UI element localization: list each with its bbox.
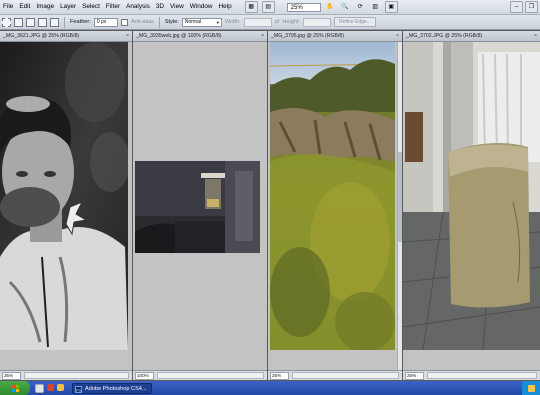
start-button[interactable] xyxy=(0,381,30,395)
hand-icon[interactable]: ✋ xyxy=(325,2,336,12)
marquee-tool-icon[interactable] xyxy=(2,17,11,27)
intersect-selection-icon[interactable] xyxy=(50,17,59,27)
height-label: Height: xyxy=(282,19,301,25)
document-title: _MG_3795.jpg @ 25% (RGB/8) xyxy=(271,33,345,39)
photoshop-task-label: Adobe Photoshop CS4... xyxy=(85,385,147,392)
menu-help[interactable]: Help xyxy=(216,0,235,14)
feather-input[interactable]: 0 px xyxy=(93,17,118,27)
close-icon[interactable]: × xyxy=(396,31,399,41)
close-icon[interactable]: × xyxy=(534,31,537,41)
width-label: Width: xyxy=(224,19,241,25)
portrait-photo xyxy=(0,42,128,350)
subtract-selection-icon[interactable] xyxy=(38,17,47,27)
menu-3d[interactable]: 3D xyxy=(153,0,167,14)
zoom-select[interactable]: 25% xyxy=(286,2,321,12)
interior-photo xyxy=(403,42,540,350)
document-canvas[interactable] xyxy=(268,42,402,370)
menu-image[interactable]: Image xyxy=(33,0,57,14)
antialias-label: Anti-alias xyxy=(130,19,154,25)
menu-file[interactable]: File xyxy=(0,0,16,14)
new-selection-icon[interactable] xyxy=(14,17,23,27)
style-value: Normal xyxy=(184,18,201,25)
cliff-photo xyxy=(270,42,395,350)
status-bar: 25% xyxy=(268,370,402,380)
photoshop-icon: Ps xyxy=(75,385,82,393)
horizontal-scrollbar[interactable] xyxy=(24,372,129,379)
document-window-2: _MG_3935web.jpg @ 100% (RGB/8) × 100% xyxy=(133,31,267,380)
menu-filter[interactable]: Filter xyxy=(103,0,123,14)
menu-select[interactable]: Select xyxy=(79,0,103,14)
close-icon[interactable]: × xyxy=(261,31,264,41)
status-bar: 25% xyxy=(0,370,132,380)
menu-bar: File Edit Image Layer Select Filter Anal… xyxy=(0,0,540,15)
zoom-field[interactable]: 25% xyxy=(270,371,289,380)
add-selection-icon[interactable] xyxy=(26,17,35,27)
document-tab[interactable]: _MG_3935web.jpg @ 100% (RGB/8) × xyxy=(133,31,267,42)
minimize-icon[interactable]: – xyxy=(510,1,523,13)
restore-icon[interactable]: ❐ xyxy=(525,1,538,13)
bridge-icon[interactable]: ▦ xyxy=(244,1,258,13)
horizontal-scrollbar[interactable] xyxy=(427,372,537,379)
windows-logo-icon xyxy=(11,384,19,392)
arrange-icon[interactable]: ▥ xyxy=(370,2,381,12)
status-bar: 100% xyxy=(133,370,267,380)
scroll-thumb[interactable] xyxy=(398,152,402,242)
status-bar: 25% xyxy=(403,370,540,380)
document-canvas[interactable] xyxy=(133,42,267,370)
vertical-scrollbar[interactable] xyxy=(397,42,402,370)
chevron-down-icon: ▼ xyxy=(215,19,220,25)
horizontal-scrollbar[interactable] xyxy=(157,372,264,379)
style-select[interactable]: Normal ▼ xyxy=(181,17,222,27)
options-bar: Feather: 0 px Anti-alias Style: Normal ▼ … xyxy=(0,15,540,30)
mini-bridge-icon[interactable]: ▤ xyxy=(261,1,275,13)
document-window-1: _MG_3621.JPG @ 25% (RGB/8) × 25% xyxy=(0,31,132,380)
document-tab[interactable]: _MG_3795.jpg @ 25% (RGB/8) × xyxy=(268,31,402,42)
width-input[interactable] xyxy=(243,17,272,27)
document-title: _MG_3702.JPG @ 25% (RGB/8) xyxy=(406,33,483,39)
document-window-4: _MG_3702.JPG @ 25% (RGB/8) × 25% xyxy=(403,31,540,380)
window-controls: – ❐ xyxy=(510,1,540,13)
refine-edge-button[interactable]: Refine Edge... xyxy=(334,17,376,27)
document-tab[interactable]: _MG_3621.JPG @ 25% (RGB/8) × xyxy=(0,31,132,42)
app-toolbar: ▦ ▤ 25% ✋ 🔍 ⟳ ▥ ▣ xyxy=(244,1,398,13)
style-label: Style: xyxy=(164,19,179,25)
menu-analysis[interactable]: Analysis xyxy=(123,0,153,14)
system-tray xyxy=(522,381,540,395)
folder-icon[interactable] xyxy=(57,383,64,391)
browser-icon[interactable] xyxy=(47,383,54,391)
document-title: _MG_3621.JPG @ 25% (RGB/8) xyxy=(3,33,80,39)
document-window-3: _MG_3795.jpg @ 25% (RGB/8) × 25% xyxy=(268,31,402,380)
horizontal-scrollbar[interactable] xyxy=(292,372,399,379)
show-desktop-icon[interactable] xyxy=(35,383,44,393)
swap-icon[interactable]: ⇄ xyxy=(275,19,280,25)
quick-launch xyxy=(35,383,64,393)
menu-edit[interactable]: Edit xyxy=(16,0,33,14)
antialias-checkbox[interactable] xyxy=(120,18,128,26)
zoom-icon[interactable]: 🔍 xyxy=(340,2,351,12)
divider xyxy=(158,16,160,28)
height-input[interactable] xyxy=(303,17,332,27)
room-photo xyxy=(135,161,260,253)
screen-mode-icon[interactable]: ▣ xyxy=(384,1,398,13)
rotate-icon[interactable]: ⟳ xyxy=(355,2,366,12)
document-canvas[interactable] xyxy=(403,42,540,370)
menu-window[interactable]: Window xyxy=(187,0,216,14)
zoom-field[interactable]: 100% xyxy=(135,371,154,380)
zoom-field[interactable]: 25% xyxy=(2,371,21,380)
document-title: _MG_3935web.jpg @ 100% (RGB/8) xyxy=(136,33,222,39)
zoom-field[interactable]: 25% xyxy=(405,371,424,380)
feather-label: Feather: xyxy=(70,19,91,25)
document-tab[interactable]: _MG_3702.JPG @ 25% (RGB/8) × xyxy=(403,31,540,42)
photoshop-task-button[interactable]: Ps Adobe Photoshop CS4... xyxy=(72,382,152,394)
divider xyxy=(64,16,65,28)
tray-icon[interactable] xyxy=(527,384,535,392)
windows-taskbar: Ps Adobe Photoshop CS4... xyxy=(0,381,540,395)
menu-layer[interactable]: Layer xyxy=(57,0,79,14)
document-canvas[interactable] xyxy=(0,42,132,370)
close-icon[interactable]: × xyxy=(126,31,129,41)
menu-view[interactable]: View xyxy=(167,0,187,14)
